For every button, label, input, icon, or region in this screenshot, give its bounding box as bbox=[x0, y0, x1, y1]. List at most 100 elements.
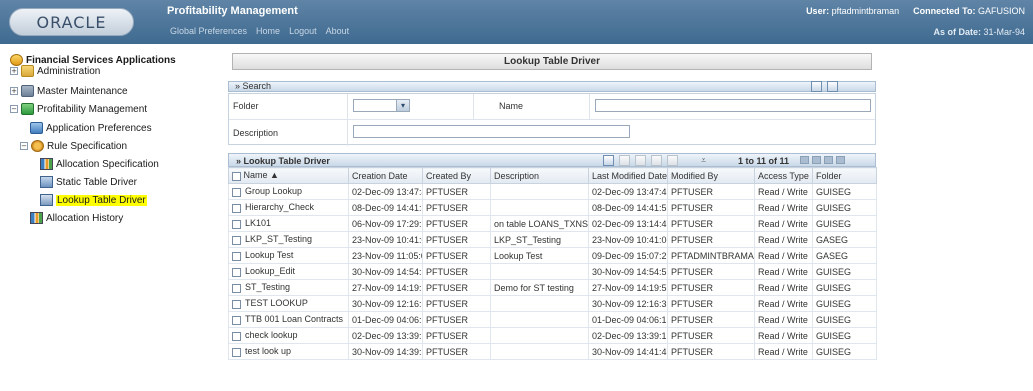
copy-icon-button[interactable] bbox=[651, 155, 662, 166]
cell-modified-by: PFTUSER bbox=[667, 295, 755, 312]
column-header-description[interactable]: Description bbox=[490, 167, 589, 184]
tree-item-application-preferences[interactable]: Application Preferences bbox=[30, 122, 152, 134]
collapse-icon[interactable]: − bbox=[10, 105, 18, 113]
as-of-date: As of Date: 31-Mar-94 bbox=[933, 27, 1025, 37]
cell-created-by: PFTUSER bbox=[422, 183, 491, 200]
row-checkbox[interactable] bbox=[232, 331, 241, 341]
last-page-icon[interactable] bbox=[836, 156, 845, 164]
row-checkbox[interactable] bbox=[232, 187, 241, 197]
tree-item-lookup-table-driver[interactable]: Lookup Table Driver bbox=[40, 194, 147, 206]
preferences-icon bbox=[30, 122, 43, 134]
table-row[interactable]: Lookup_Edit30-Nov-09 14:54:51PFTUSER30-N… bbox=[228, 263, 877, 280]
tree-item-allocation-specification[interactable]: Allocation Specification bbox=[40, 158, 159, 170]
column-header-created-by[interactable]: Created By bbox=[422, 167, 491, 184]
table-driver-icon bbox=[40, 176, 53, 188]
row-checkbox[interactable] bbox=[232, 315, 241, 325]
expand-icon[interactable]: + bbox=[10, 87, 18, 95]
cell-description: LKP_ST_Testing bbox=[490, 231, 589, 248]
search-panel-header[interactable]: » Search bbox=[228, 81, 876, 92]
tree-label: Administration bbox=[37, 65, 101, 77]
description-input[interactable] bbox=[353, 125, 630, 138]
nav-global-preferences[interactable]: Global Preferences bbox=[170, 26, 247, 36]
folder-icon bbox=[21, 65, 34, 77]
prev-page-icon[interactable] bbox=[812, 156, 821, 164]
tree-item-rule-specification[interactable]: − Rule Specification bbox=[20, 140, 127, 152]
rule-icon bbox=[31, 140, 44, 152]
add-icon-button[interactable] bbox=[603, 155, 614, 166]
view-icon-button[interactable] bbox=[619, 155, 630, 166]
name-input[interactable] bbox=[595, 99, 871, 112]
table-row[interactable]: test look up30-Nov-09 14:39:21PFTUSER30-… bbox=[228, 343, 877, 360]
cell-access-type: Read / Write bbox=[754, 215, 813, 232]
cell-creation-date: 23-Nov-09 11:05:08 bbox=[348, 247, 423, 264]
row-checkbox[interactable] bbox=[232, 347, 241, 357]
row-checkbox[interactable] bbox=[232, 267, 241, 277]
column-header-name[interactable]: Name ▲ bbox=[228, 167, 349, 184]
nav-home[interactable]: Home bbox=[256, 26, 280, 36]
column-header-last-modified[interactable]: Last Modified Date bbox=[588, 167, 668, 184]
table-title: » Lookup Table Driver bbox=[236, 156, 330, 166]
table-row[interactable]: LKP_ST_Testing23-Nov-09 10:41:08PFTUSERL… bbox=[228, 231, 877, 248]
column-header-access-type[interactable]: Access Type bbox=[754, 167, 813, 184]
row-checkbox[interactable] bbox=[232, 235, 241, 245]
column-header-folder[interactable]: Folder bbox=[812, 167, 877, 184]
cell-modified-by: PFTUSER bbox=[667, 199, 755, 216]
cell-created-by: PFTUSER bbox=[422, 343, 491, 360]
row-name: Lookup Test bbox=[245, 250, 294, 261]
tree-label: Master Maintenance bbox=[37, 85, 128, 97]
cell-name: Lookup Test bbox=[228, 247, 349, 264]
collapse-toggle-icon[interactable]: » bbox=[236, 156, 241, 166]
row-checkbox[interactable] bbox=[232, 203, 241, 213]
table-row[interactable]: TTB 001 Loan Contracts 01-Dec-09 04:06:15… bbox=[228, 311, 877, 328]
cell-description: Demo for ST testing bbox=[490, 279, 589, 296]
next-page-icon[interactable] bbox=[824, 156, 833, 164]
folder-label: Folder bbox=[233, 101, 259, 111]
cell-created-by: PFTUSER bbox=[422, 295, 491, 312]
col-divider bbox=[589, 94, 590, 119]
search-icon-button[interactable] bbox=[811, 81, 822, 92]
reset-icon-button[interactable] bbox=[827, 81, 838, 92]
nav-about[interactable]: About bbox=[326, 26, 350, 36]
table-row[interactable]: Hierarchy_Check08-Dec-09 14:41:59PFTUSER… bbox=[228, 199, 877, 216]
tree-label: Profitability Management bbox=[37, 103, 148, 115]
tree-item-profitability-management[interactable]: − Profitability Management bbox=[10, 103, 147, 115]
row-checkbox[interactable] bbox=[232, 299, 241, 309]
column-header-creation-date[interactable]: Creation Date bbox=[348, 167, 423, 184]
filter-icon[interactable]: ⩡ bbox=[701, 155, 706, 166]
cell-creation-date: 27-Nov-09 14:19:57 bbox=[348, 279, 423, 296]
row-checkbox[interactable] bbox=[232, 283, 241, 293]
cell-name: check lookup bbox=[228, 327, 349, 344]
table-row[interactable]: Lookup Test23-Nov-09 11:05:08PFTUSERLook… bbox=[228, 247, 877, 264]
row-divider bbox=[229, 119, 875, 120]
column-label: Name bbox=[243, 170, 268, 181]
select-all-checkbox[interactable] bbox=[232, 171, 241, 181]
expand-icon[interactable]: + bbox=[10, 67, 18, 75]
table-row[interactable]: TEST LOOKUP30-Nov-09 12:16:35PFTUSER30-N… bbox=[228, 295, 877, 312]
table-row[interactable]: ST_Testing27-Nov-09 14:19:57PFTUSERDemo … bbox=[228, 279, 877, 296]
table-row[interactable]: check lookup02-Dec-09 13:39:17PFTUSER02-… bbox=[228, 327, 877, 344]
cell-name: LK101 bbox=[228, 215, 349, 232]
cell-last-modified: 02-Dec-09 13:47:42 bbox=[588, 183, 668, 200]
cell-access-type: Read / Write bbox=[754, 311, 813, 328]
row-checkbox[interactable] bbox=[232, 219, 241, 229]
tree-item-master-maintenance[interactable]: + Master Maintenance bbox=[10, 85, 128, 97]
tree-item-static-table-driver[interactable]: Static Table Driver bbox=[40, 176, 137, 188]
search-panel: Folder ▾ Name Description bbox=[228, 93, 876, 146]
collapse-toggle-icon[interactable]: » bbox=[235, 81, 240, 91]
folder-select[interactable]: ▾ bbox=[353, 99, 410, 112]
tree-item-allocation-history[interactable]: Allocation History bbox=[30, 212, 123, 224]
first-page-icon[interactable] bbox=[800, 156, 809, 164]
column-header-modified-by[interactable]: Modified By bbox=[667, 167, 755, 184]
cell-name: Lookup_Edit bbox=[228, 263, 349, 280]
delete-icon-button[interactable] bbox=[667, 155, 678, 166]
tree-item-administration[interactable]: + Administration bbox=[10, 65, 100, 77]
row-checkbox[interactable] bbox=[232, 251, 241, 261]
edit-icon-button[interactable] bbox=[635, 155, 646, 166]
cell-description bbox=[490, 327, 589, 344]
table-row[interactable]: LK10106-Nov-09 17:29:17PFTUSERon table L… bbox=[228, 215, 877, 232]
chevron-down-icon[interactable]: ▾ bbox=[396, 100, 409, 111]
nav-logout[interactable]: Logout bbox=[289, 26, 317, 36]
table-row[interactable]: Group Lookup02-Dec-09 13:47:42PFTUSER02-… bbox=[228, 183, 877, 200]
description-label: Description bbox=[233, 128, 279, 138]
collapse-icon[interactable]: − bbox=[20, 142, 28, 150]
